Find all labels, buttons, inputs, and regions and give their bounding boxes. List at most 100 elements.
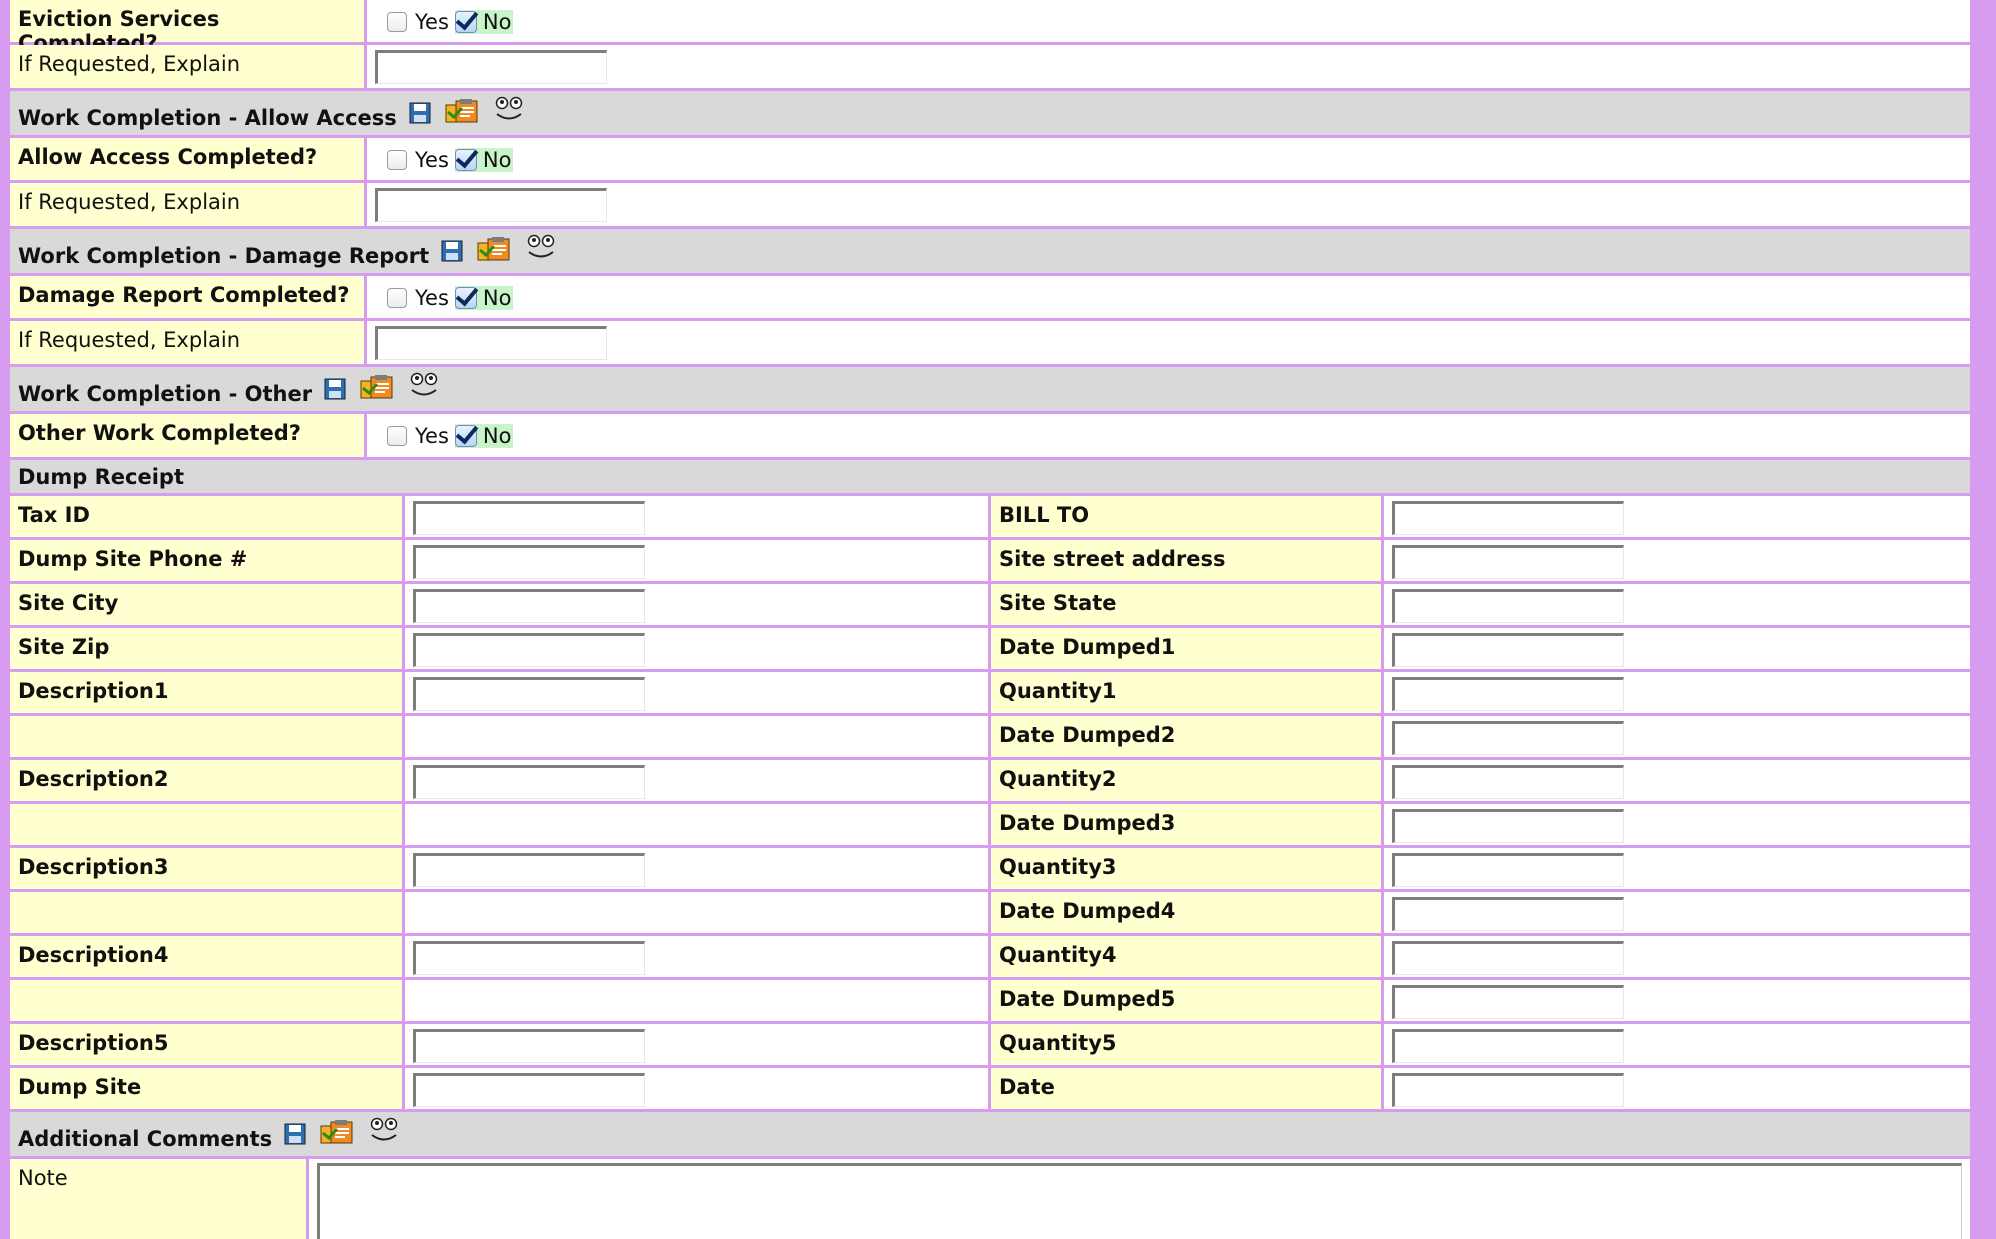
dump-left-value: [405, 584, 988, 625]
eviction-explain-input[interactable]: [375, 50, 607, 84]
dump-right-value: [1384, 540, 1970, 581]
allow-access-yes-checkbox[interactable]: [387, 150, 407, 170]
damage-report-completed-label: Damage Report Completed?: [10, 276, 364, 318]
dump-right-value: [1384, 672, 1970, 713]
dump-right-input[interactable]: [1392, 1073, 1624, 1107]
note-label: Note: [10, 1159, 306, 1239]
dump-left-label: [10, 980, 402, 1021]
dump-left-label: Description4: [10, 936, 402, 977]
dump-left-input[interactable]: [413, 589, 645, 623]
clipboard-icon[interactable]: [445, 98, 479, 129]
dump-left-value: [405, 760, 988, 801]
yes-label: Yes: [415, 424, 449, 448]
face-icon[interactable]: [525, 234, 557, 267]
dump-left-value: [405, 936, 988, 977]
dump-left-input[interactable]: [413, 765, 645, 799]
section-damage-report: Work Completion - Damage Report: [10, 229, 1970, 273]
dump-right-input[interactable]: [1392, 853, 1624, 887]
row-eviction-completed: Eviction Services Completed? Yes No: [10, 0, 1970, 55]
damage-report-explain-input[interactable]: [375, 326, 607, 360]
damage-report-no-checkbox[interactable]: [454, 287, 477, 309]
clipboard-icon[interactable]: [477, 236, 511, 267]
section-title: Work Completion - Allow Access: [18, 106, 397, 130]
dump-right-value: [1384, 716, 1970, 757]
section-additional-comments: Additional Comments: [10, 1112, 1970, 1156]
allow-access-explain-input[interactable]: [375, 188, 607, 222]
dump-right-label: Quantity3: [991, 848, 1381, 889]
dump-right-label: Site street address: [991, 540, 1381, 581]
note-textarea[interactable]: [317, 1163, 1962, 1239]
dump-right-value: [1384, 936, 1970, 977]
allow-access-no-checkbox[interactable]: [454, 149, 477, 171]
other-yes-checkbox[interactable]: [387, 426, 407, 446]
dump-left-label: [10, 892, 402, 933]
dump-receipt-row: Date Dumped3: [10, 804, 1970, 845]
dump-right-input[interactable]: [1392, 589, 1624, 623]
row-damage-report-explain: If Requested, Explain: [10, 321, 1970, 364]
dump-right-input[interactable]: [1392, 545, 1624, 579]
other-no-checkbox[interactable]: [454, 425, 477, 447]
save-icon[interactable]: [409, 102, 431, 129]
dump-left-value: [405, 848, 988, 889]
dump-left-value: [405, 540, 988, 581]
work-completion-form: Eviction Services Completed? Yes No If R…: [10, 0, 1970, 1239]
section-allow-access: Work Completion - Allow Access: [10, 91, 1970, 135]
save-icon[interactable]: [284, 1123, 306, 1150]
clipboard-icon[interactable]: [360, 374, 394, 405]
dump-receipt-row: Description5 Quantity5: [10, 1024, 1970, 1065]
dump-right-input[interactable]: [1392, 765, 1624, 799]
dump-right-input[interactable]: [1392, 633, 1624, 667]
allow-access-completed-label: Allow Access Completed?: [10, 138, 364, 180]
dump-right-label: Date Dumped1: [991, 628, 1381, 669]
dump-right-input[interactable]: [1392, 1029, 1624, 1063]
damage-report-yes-checkbox[interactable]: [387, 288, 407, 308]
dump-right-value: [1384, 1024, 1970, 1065]
dump-right-label: Date Dumped5: [991, 980, 1381, 1021]
eviction-yes-checkbox[interactable]: [387, 12, 407, 32]
section-title: Work Completion - Other: [18, 382, 313, 406]
dump-left-input[interactable]: [413, 1029, 645, 1063]
dump-left-input[interactable]: [413, 501, 645, 535]
damage-report-explain-label: If Requested, Explain: [10, 321, 364, 364]
dump-left-input[interactable]: [413, 677, 645, 711]
dump-left-label: [10, 804, 402, 845]
eviction-completed-label: Eviction Services Completed?: [10, 0, 364, 55]
face-icon[interactable]: [493, 96, 525, 129]
dump-left-label: [10, 716, 402, 757]
dump-left-input[interactable]: [413, 853, 645, 887]
dump-right-input[interactable]: [1392, 897, 1624, 931]
dump-right-label: Quantity4: [991, 936, 1381, 977]
dump-right-input[interactable]: [1392, 985, 1624, 1019]
dump-left-label: Site Zip: [10, 628, 402, 669]
dump-left-label: Description1: [10, 672, 402, 713]
dump-left-input[interactable]: [413, 545, 645, 579]
dump-receipt-row: Description1 Quantity1: [10, 672, 1970, 713]
dump-left-input[interactable]: [413, 633, 645, 667]
clipboard-icon[interactable]: [320, 1119, 354, 1150]
dump-receipt-row: Site City Site State: [10, 584, 1970, 625]
dump-right-input[interactable]: [1392, 501, 1624, 535]
dump-right-value: [1384, 760, 1970, 801]
dump-right-input[interactable]: [1392, 677, 1624, 711]
dump-right-input[interactable]: [1392, 721, 1624, 755]
face-icon[interactable]: [408, 372, 440, 405]
row-note: Note: [10, 1159, 1970, 1239]
dump-left-input[interactable]: [413, 1073, 645, 1107]
dump-right-input[interactable]: [1392, 941, 1624, 975]
dump-receipt-row: Description4 Quantity4: [10, 936, 1970, 977]
dump-receipt-row: Date Dumped2: [10, 716, 1970, 757]
yes-label: Yes: [415, 148, 449, 172]
save-icon[interactable]: [324, 378, 346, 405]
dump-left-input[interactable]: [413, 941, 645, 975]
eviction-no-checkbox[interactable]: [454, 11, 477, 33]
dump-right-value: [1384, 628, 1970, 669]
dump-right-label: Quantity2: [991, 760, 1381, 801]
dump-right-value: [1384, 804, 1970, 845]
dump-right-value: [1384, 1068, 1970, 1109]
save-icon[interactable]: [441, 240, 463, 267]
dump-receipt-row: Dump Site Date: [10, 1068, 1970, 1109]
dump-right-input[interactable]: [1392, 809, 1624, 843]
dump-left-label: Tax ID: [10, 496, 402, 537]
face-icon[interactable]: [368, 1117, 400, 1150]
section-title: Dump Receipt: [18, 464, 184, 489]
